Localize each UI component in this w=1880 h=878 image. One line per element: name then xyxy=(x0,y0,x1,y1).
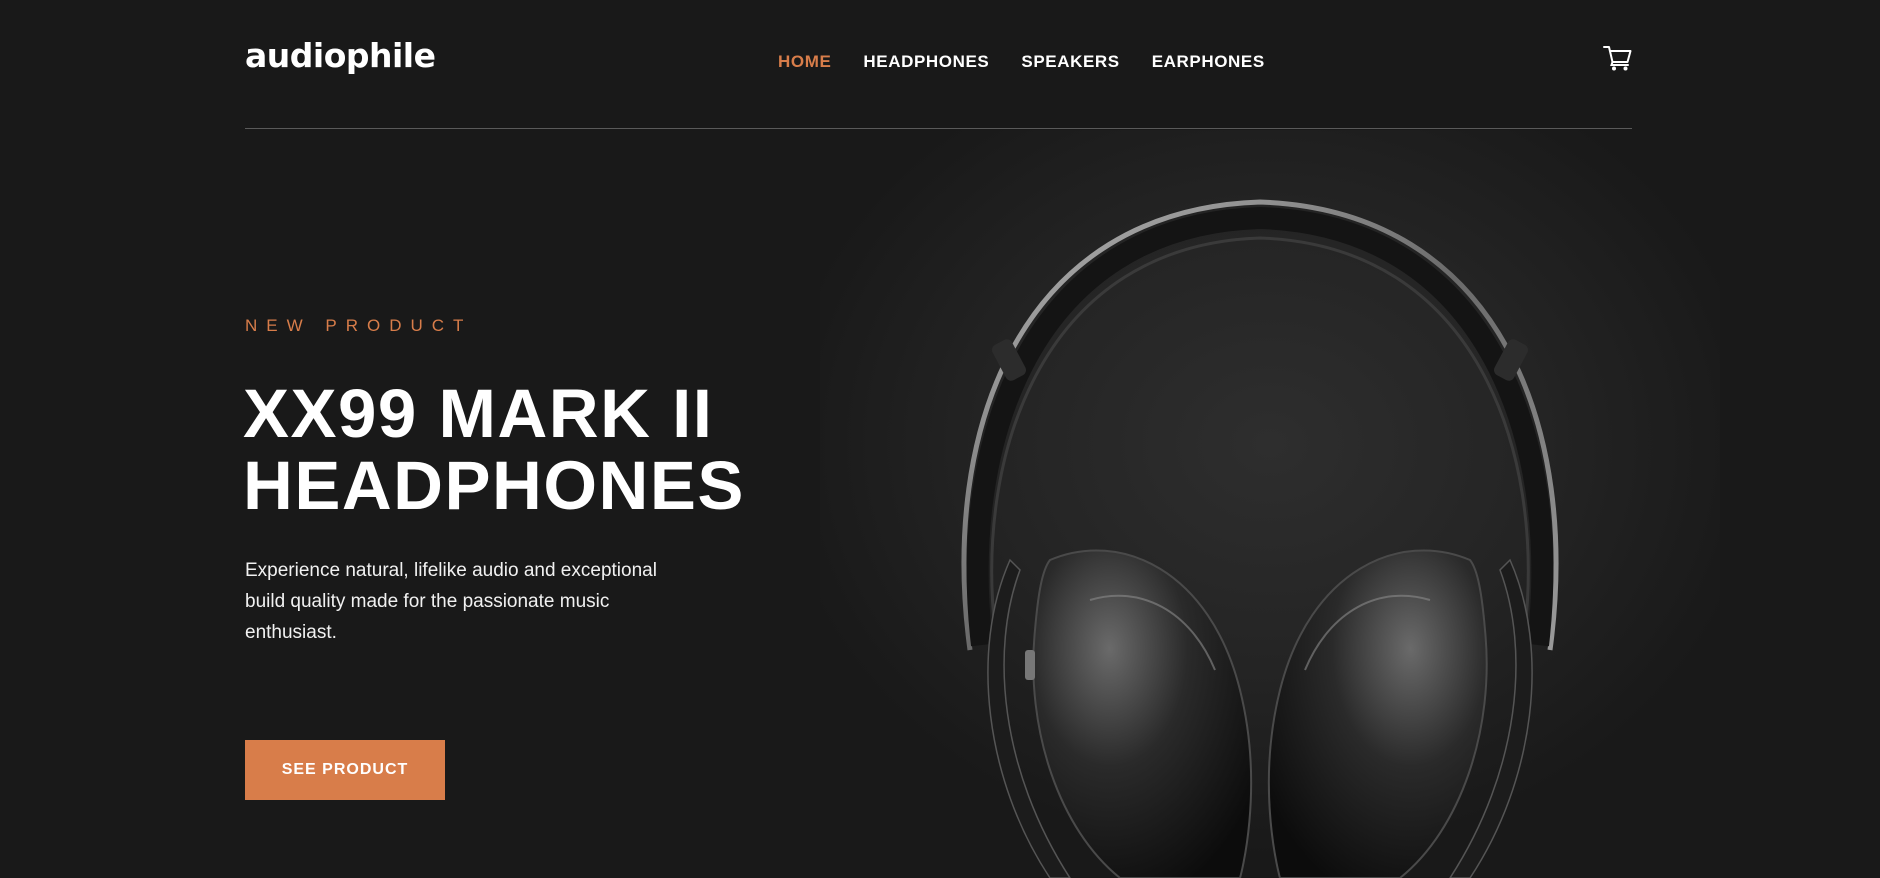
site-header: audiophile HOME HEADPHONES SPEAKERS EARP… xyxy=(245,0,1632,129)
nav-link-headphones[interactable]: HEADPHONES xyxy=(863,52,989,72)
hero-overline: NEW PRODUCT xyxy=(245,316,473,335)
hero-title-line-2: HEADPHONES xyxy=(243,447,745,524)
headphones-image xyxy=(820,130,1720,878)
shopping-cart-icon[interactable] xyxy=(1603,45,1632,71)
main-nav: HOME HEADPHONES SPEAKERS EARPHONES xyxy=(778,52,1265,72)
see-product-button[interactable]: SEE PRODUCT xyxy=(245,740,445,800)
hero-description: Experience natural, lifelike audio and e… xyxy=(245,560,657,643)
nav-link-home[interactable]: HOME xyxy=(778,52,831,72)
nav-link-speakers[interactable]: SPEAKERS xyxy=(1021,52,1119,72)
page: audiophile HOME HEADPHONES SPEAKERS EARP… xyxy=(0,0,1880,878)
brand-logo[interactable]: audiophile xyxy=(245,36,436,75)
hero-title: XX99 MARK II HEADPHONES xyxy=(243,378,745,522)
hero-title-line-1: XX99 MARK II xyxy=(243,375,714,452)
nav-link-earphones[interactable]: EARPHONES xyxy=(1152,52,1265,72)
